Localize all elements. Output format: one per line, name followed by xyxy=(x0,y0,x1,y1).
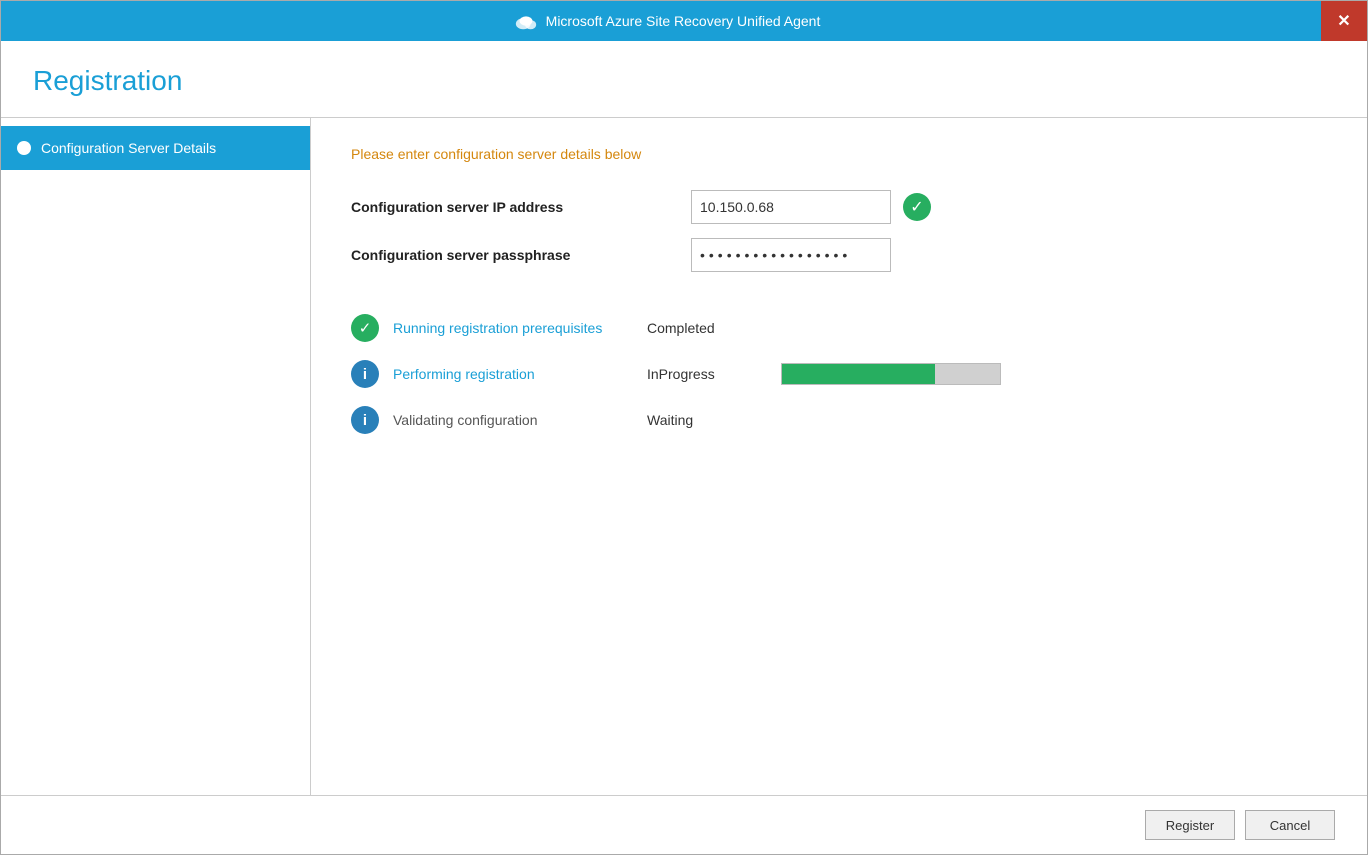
main-body: Configuration Server Details Please ente… xyxy=(1,118,1367,795)
ip-address-input[interactable] xyxy=(691,190,891,224)
registration-label: Performing registration xyxy=(393,366,633,382)
right-panel: Please enter configuration server detail… xyxy=(311,118,1367,795)
registration-info-icon: i xyxy=(351,360,379,388)
footer: Register Cancel xyxy=(1,795,1367,854)
title-bar: Microsoft Azure Site Recovery Unified Ag… xyxy=(1,1,1367,41)
validation-info-icon: i xyxy=(351,406,379,434)
passphrase-input[interactable] xyxy=(691,238,891,272)
ip-check-icon: ✓ xyxy=(903,193,931,221)
passphrase-label: Configuration server passphrase xyxy=(351,247,691,263)
form-section: Configuration server IP address ✓ Config… xyxy=(351,190,1327,286)
app-icon xyxy=(514,9,538,33)
register-button[interactable]: Register xyxy=(1145,810,1235,840)
prerequisites-status: Completed xyxy=(647,320,767,336)
ip-address-label: Configuration server IP address xyxy=(351,199,691,215)
progress-bar-fill xyxy=(782,364,935,384)
status-row-registration: i Performing registration InProgress xyxy=(351,360,1327,388)
validation-label: Validating configuration xyxy=(393,412,633,428)
sidebar-dot xyxy=(17,141,31,155)
registration-progress-bar xyxy=(781,363,1001,385)
main-window: Microsoft Azure Site Recovery Unified Ag… xyxy=(0,0,1368,855)
close-button[interactable]: ✕ xyxy=(1321,1,1367,41)
header: Registration xyxy=(1,41,1367,118)
title-bar-controls: ✕ xyxy=(1321,1,1367,41)
passphrase-row: Configuration server passphrase xyxy=(351,238,1327,272)
status-section: ✓ Running registration prerequisites Com… xyxy=(351,314,1327,434)
prerequisites-check-icon: ✓ xyxy=(351,314,379,342)
sidebar-item-label: Configuration Server Details xyxy=(41,140,216,156)
window-title: Microsoft Azure Site Recovery Unified Ag… xyxy=(546,13,821,29)
status-row-prerequisites: ✓ Running registration prerequisites Com… xyxy=(351,314,1327,342)
registration-status: InProgress xyxy=(647,366,767,382)
cancel-button[interactable]: Cancel xyxy=(1245,810,1335,840)
content-area: Registration Configuration Server Detail… xyxy=(1,41,1367,854)
sidebar: Configuration Server Details xyxy=(1,118,311,795)
page-title: Registration xyxy=(33,65,1335,97)
title-bar-left: Microsoft Azure Site Recovery Unified Ag… xyxy=(13,9,1321,33)
ip-address-row: Configuration server IP address ✓ xyxy=(351,190,1327,224)
intro-text: Please enter configuration server detail… xyxy=(351,146,1327,162)
status-row-validation: i Validating configuration Waiting xyxy=(351,406,1327,434)
sidebar-item-configuration-server-details[interactable]: Configuration Server Details xyxy=(1,126,310,170)
prerequisites-label: Running registration prerequisites xyxy=(393,320,633,336)
validation-status: Waiting xyxy=(647,412,767,428)
